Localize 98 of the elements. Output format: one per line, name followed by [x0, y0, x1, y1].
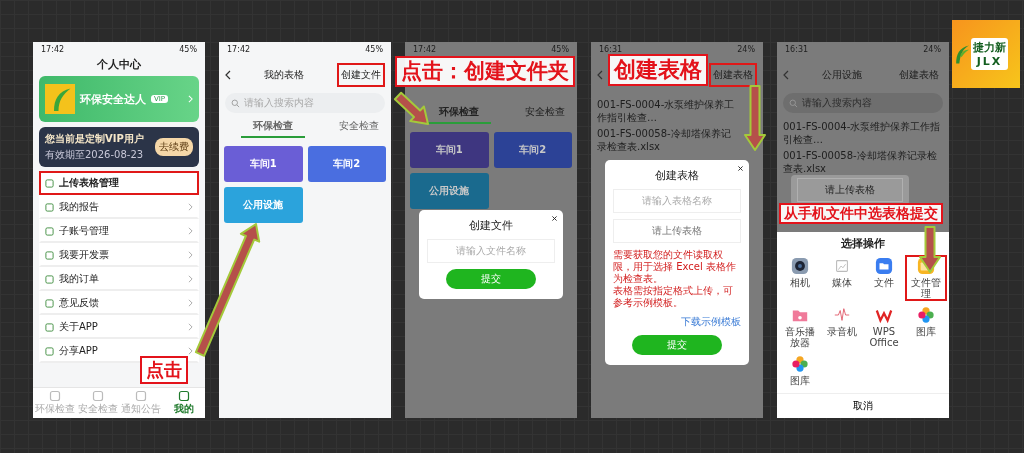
app-option[interactable]: 图库 [905, 304, 947, 350]
chevron-icon [188, 299, 193, 307]
square-icon [45, 298, 54, 308]
callout-text: 点击：创建文件夹 [395, 56, 575, 88]
user-name: 环保安全达人 [80, 91, 146, 107]
status-time: 16:31 [599, 45, 623, 54]
create-button[interactable]: 创建表格 [895, 63, 943, 87]
camera-icon [791, 257, 809, 275]
battery-level: 45% [365, 45, 383, 54]
tab[interactable]: 环保检查 [241, 119, 305, 138]
chevron-icon [188, 347, 193, 355]
menu-item[interactable]: 上传表格管理 [39, 171, 199, 195]
app-option[interactable]: 图库 [779, 353, 821, 388]
app-option[interactable]: 录音机 [821, 304, 863, 350]
menu-item[interactable]: 我的报告 [39, 195, 199, 219]
square-icon [45, 346, 54, 356]
warning-note: 需要获取您的文件读取权限，用于选择 Excel 表格作为检查表。 [613, 249, 737, 285]
menu-item[interactable]: 我要开发票 [39, 243, 199, 267]
file-row[interactable]: 001-FS-00058-冷却塔保养记录检查表.xlsx [597, 128, 739, 153]
back-icon[interactable] [225, 70, 231, 80]
warning-note: 表格需按指定格式上传，可参考示例模板。 [613, 285, 734, 309]
status-time: 17:42 [227, 45, 251, 54]
square-icon [45, 202, 54, 212]
waveform-icon [833, 306, 851, 324]
logo-letters: JLX [976, 55, 1003, 68]
folder-card[interactable]: 公用设施 [410, 173, 489, 209]
upload-field[interactable]: 请上传表格 [797, 178, 903, 202]
menu-item[interactable]: 子账号管理 [39, 219, 199, 243]
file-row[interactable]: 001-FS-0004-水泵维护保养工作指引检查… [597, 99, 739, 124]
callout-text: 点击 [140, 356, 188, 384]
square-icon [177, 390, 190, 402]
callout-text: 创建表格 [608, 54, 708, 87]
chevron-icon [188, 95, 193, 103]
square-icon [45, 322, 54, 332]
arrow [919, 226, 941, 273]
arrow [393, 91, 429, 125]
menu-item[interactable]: 意见反馈 [39, 291, 199, 315]
search-icon [789, 98, 798, 108]
folder-card[interactable]: 车间2 [307, 146, 386, 182]
battery-level: 45% [551, 45, 569, 54]
square-icon [45, 274, 54, 284]
tab-bar-item[interactable]: 我的 [162, 390, 205, 416]
status-time: 17:42 [41, 45, 65, 54]
logo-name: 捷力新 [973, 40, 1006, 55]
status-time: 16:31 [785, 45, 809, 54]
vip-expiry: 有效期至2026-08-23 [45, 148, 144, 162]
search-icon [231, 98, 240, 108]
battery-level: 24% [923, 45, 941, 54]
tab[interactable]: 安全检查 [327, 119, 391, 138]
status-time: 17:42 [413, 45, 437, 54]
upload-field[interactable]: 请上传表格 [613, 219, 741, 243]
folder-card[interactable]: 车间1 [224, 146, 303, 182]
vip-status: 您当前是定制VIP用户 [45, 132, 144, 146]
template-link[interactable]: 下载示例模板 [681, 315, 741, 329]
close-icon[interactable] [737, 165, 744, 172]
app-option[interactable]: WPS Office [863, 304, 905, 350]
flower-icon [917, 306, 935, 324]
square-icon [45, 250, 54, 260]
tab[interactable]: 安全检查 [513, 105, 577, 124]
chevron-icon [188, 227, 193, 235]
battery-level: 24% [737, 45, 755, 54]
logo-avatar [45, 84, 75, 114]
file-row[interactable]: 001-FS-00058-冷却塔保养记录检查表.xlsx [783, 150, 943, 175]
create-button[interactable]: 创建文件 [337, 63, 385, 87]
chevron-icon [188, 323, 193, 331]
file-row[interactable]: 001-FS-0004-水泵维护保养工作指引检查… [783, 121, 943, 146]
square-icon [91, 390, 104, 402]
image-icon [833, 257, 851, 275]
dialog-title: 创建表格 [655, 168, 699, 183]
app-option[interactable]: 相机 [779, 255, 821, 301]
folder-card[interactable]: 公用设施 [224, 187, 303, 223]
callout-text: 从手机文件中选表格提交 [779, 203, 943, 225]
chevron-icon [188, 275, 193, 283]
square-icon [134, 390, 147, 402]
create-button[interactable]: 创建表格 [709, 63, 757, 87]
app-option[interactable]: 媒体 [821, 255, 863, 301]
dialog-title: 创建文件 [469, 218, 513, 233]
app-option[interactable]: 音乐播放器 [779, 304, 821, 350]
menu-item[interactable]: 关于APP [39, 315, 199, 339]
page-title: 个人中心 [96, 57, 142, 72]
folder-card[interactable]: 车间2 [493, 132, 572, 168]
battery-level: 45% [179, 45, 197, 54]
app-option[interactable]: 文件 [863, 255, 905, 301]
chevron-icon [188, 203, 193, 211]
menu-item[interactable]: 我的订单 [39, 267, 199, 291]
flower-icon [791, 355, 809, 373]
page-title: 公用设施 [821, 68, 863, 82]
folder-card[interactable]: 车间1 [410, 132, 489, 168]
square-icon [48, 390, 61, 402]
page-title: 我的表格 [263, 68, 305, 82]
sheet-title: 选择操作 [841, 236, 885, 252]
renew-button[interactable]: 去续费 [155, 138, 193, 156]
square-icon [45, 226, 54, 236]
folder-icon [875, 257, 893, 275]
square-icon [45, 178, 54, 188]
arrow [744, 85, 766, 151]
chevron-icon [188, 251, 193, 259]
close-icon[interactable] [551, 215, 558, 222]
